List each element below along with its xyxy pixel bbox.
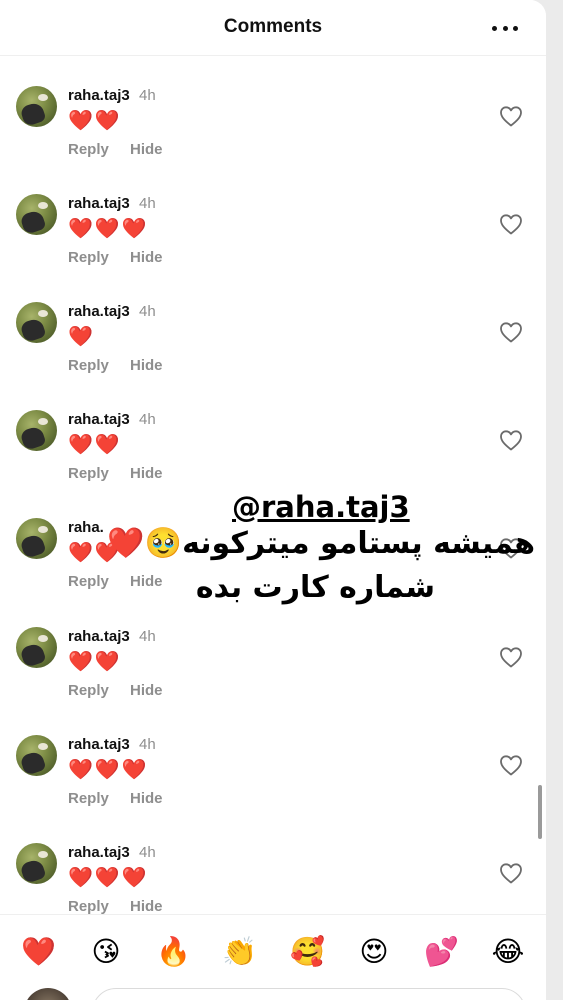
red-heart-emoji: ❤️: [94, 867, 120, 889]
heart-outline-icon[interactable]: [499, 429, 523, 451]
reply-button[interactable]: Reply: [68, 573, 109, 590]
red-heart-reaction[interactable]: ❤️: [21, 935, 56, 969]
avatar[interactable]: [16, 627, 57, 668]
red-heart-emoji: ❤️: [68, 326, 93, 348]
comment-timestamp: 4h: [139, 195, 156, 212]
heart-outline-icon[interactable]: [499, 213, 523, 235]
reply-button[interactable]: Reply: [68, 249, 109, 266]
hide-button[interactable]: Hide: [130, 573, 163, 590]
reply-button[interactable]: Reply: [68, 141, 109, 158]
comment-username[interactable]: raha.taj3: [68, 411, 130, 428]
comment-username[interactable]: raha.taj3: [68, 195, 130, 212]
red-heart-emoji: ❤️: [121, 218, 147, 240]
comment-timestamp: 4h: [139, 411, 156, 428]
comment-row: raha.taj3 4h ❤️ Reply Hide: [0, 272, 546, 380]
scrollbar[interactable]: [538, 785, 542, 839]
red-heart-emoji: ❤️: [121, 759, 147, 781]
avatar[interactable]: [16, 735, 57, 776]
red-heart-emoji: ❤️: [68, 542, 93, 564]
reply-button[interactable]: Reply: [68, 682, 109, 699]
overlay-text-line-1: همیشه پستامو میترکونه🥹❤️: [107, 526, 535, 561]
red-heart-emoji: ❤️: [68, 110, 93, 132]
red-heart-emoji: ❤️: [94, 434, 120, 456]
two-hearts-reaction[interactable]: 💕: [424, 935, 459, 969]
comment-timestamp: 4h: [139, 303, 156, 320]
heart-outline-icon[interactable]: [499, 754, 523, 776]
fire-reaction[interactable]: 🔥: [156, 935, 191, 969]
kiss-face-reaction[interactable]: 😘: [89, 935, 123, 969]
heart-outline-icon[interactable]: [499, 105, 523, 127]
reply-button[interactable]: Reply: [68, 465, 109, 482]
reply-button[interactable]: Reply: [68, 790, 109, 807]
heart-outline-icon[interactable]: [499, 321, 523, 343]
comment-timestamp: 4h: [139, 736, 156, 753]
comment-timestamp: 4h: [139, 628, 156, 645]
more-dot: [502, 25, 508, 31]
overlay-threads-tag: @raha.taj3: [232, 490, 410, 524]
more-options-icon[interactable]: [492, 18, 518, 38]
comment-row: raha.taj3 4h ❤️ ❤️ Reply Hide: [0, 56, 546, 164]
comment-text: ❤️ ❤️ ❤️: [68, 757, 147, 783]
red-heart-emoji: ❤️: [68, 218, 93, 240]
comments-header: Comments: [0, 0, 546, 56]
hide-button[interactable]: Hide: [130, 898, 163, 914]
comment-row: raha.taj3 4h ❤️ ❤️ Reply Hide: [0, 597, 546, 705]
overlay-text-line-2: شماره کارت بده: [195, 570, 435, 605]
avatar[interactable]: [16, 86, 57, 127]
red-heart-emoji: ❤️: [94, 218, 120, 240]
more-dot: [513, 25, 518, 31]
comment-username[interactable]: raha.taj3: [68, 736, 130, 753]
comment-timestamp: 4h: [139, 844, 156, 861]
red-heart-emoji: ❤️: [94, 651, 120, 673]
comment-row: raha.taj3 4h ❤️ ❤️ ❤️ Reply Hide: [0, 705, 546, 813]
comment-username[interactable]: raha.taj3: [68, 87, 130, 104]
comment-row: raha.taj3 4h ❤️ ❤️ ❤️ Reply Hide: [0, 813, 546, 914]
page-title: Comments: [223, 16, 323, 37]
red-heart-emoji: ❤️: [68, 651, 93, 673]
comment-username[interactable]: raha.taj3: [68, 628, 130, 645]
comment-text: ❤️ ❤️ ❤️: [68, 865, 147, 891]
reply-button[interactable]: Reply: [68, 357, 109, 374]
heart-outline-icon[interactable]: [499, 862, 523, 884]
comment-row: raha.taj3 4h ❤️ ❤️ ❤️ Reply Hide: [0, 164, 546, 272]
smiling-hearts-reaction[interactable]: 🥰: [290, 935, 325, 969]
comment-text: ❤️: [68, 324, 93, 350]
avatar[interactable]: [16, 410, 57, 451]
hide-button[interactable]: Hide: [130, 465, 163, 482]
quick-reactions-bar: ❤️ 😘 🔥 👏 🥰 😍 💕 😂: [0, 914, 546, 988]
comment-text: ❤️ ❤️ ❤️: [68, 216, 147, 242]
red-heart-emoji: ❤️: [68, 434, 93, 456]
more-dot: [492, 25, 497, 31]
red-heart-emoji: ❤️: [68, 867, 93, 889]
comment-username[interactable]: raha.taj3: [68, 303, 130, 320]
comment-input[interactable]: [92, 988, 526, 1000]
red-heart-emoji: ❤️: [94, 759, 120, 781]
comments-list[interactable]: raha.taj3 4h ❤️ ❤️ Reply Hide raha.taj3 4h ❤️ ❤️ ❤…: [0, 56, 546, 914]
comment-text: ❤️ ❤️: [68, 432, 120, 458]
red-heart-emoji: ❤️: [94, 110, 120, 132]
composer-avatar: [24, 988, 72, 1000]
comment-username[interactable]: raha.: [68, 519, 104, 536]
heart-eyes-reaction[interactable]: 😍: [357, 935, 391, 969]
comment-text: ❤️ ❤️: [68, 108, 120, 134]
hide-button[interactable]: Hide: [130, 249, 163, 266]
reply-button[interactable]: Reply: [68, 898, 109, 914]
avatar[interactable]: [16, 518, 57, 559]
heart-outline-icon[interactable]: [499, 646, 523, 668]
red-heart-emoji: ❤️: [68, 759, 93, 781]
hide-button[interactable]: Hide: [130, 790, 163, 807]
comment-username[interactable]: raha.taj3: [68, 844, 130, 861]
avatar[interactable]: [16, 194, 57, 235]
hide-button[interactable]: Hide: [130, 682, 163, 699]
clapping-hands-reaction[interactable]: 👏: [222, 935, 257, 969]
comment-text: ❤️ ❤️: [68, 649, 120, 675]
red-heart-emoji: ❤️: [121, 867, 147, 889]
tears-of-joy-reaction[interactable]: 😂: [491, 935, 525, 969]
hide-button[interactable]: Hide: [130, 357, 163, 374]
avatar[interactable]: [16, 302, 57, 343]
comment-timestamp: 4h: [139, 87, 156, 104]
avatar[interactable]: [16, 843, 57, 884]
comment-row: raha.taj3 4h ❤️ ❤️ Reply Hide: [0, 380, 546, 488]
hide-button[interactable]: Hide: [130, 141, 163, 158]
